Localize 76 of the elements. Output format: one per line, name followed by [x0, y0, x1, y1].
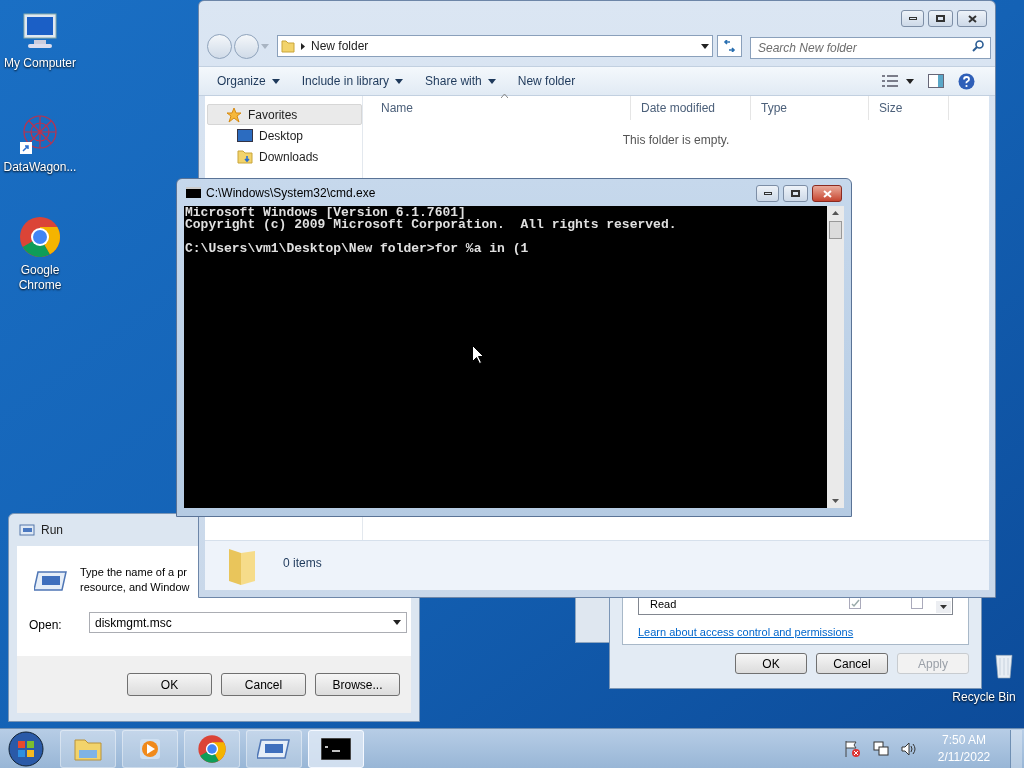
desktop-icon-label[interactable]: Recycle Bin [952, 690, 1016, 705]
mouse-cursor-icon [472, 345, 484, 364]
close-icon [822, 189, 832, 198]
run-description-line: Type the name of a pr [80, 565, 188, 580]
cmd-icon [186, 187, 201, 198]
nav-item[interactable]: Desktop [207, 125, 362, 146]
toolbar-button[interactable]: Include in library [293, 69, 412, 93]
scrollbar[interactable] [827, 206, 844, 508]
refresh-icon [723, 40, 736, 52]
start-button[interactable] [6, 729, 46, 768]
console-line: Copyright (c) 2009 Microsoft Corporation. All rights reserved. [185, 219, 678, 231]
toolbar-button[interactable]: Share with [417, 69, 504, 93]
close-button[interactable] [957, 10, 987, 27]
view-options-icon[interactable] [882, 75, 898, 87]
dropdown-arrow-icon[interactable] [906, 78, 914, 84]
breadcrumb-arrow-icon [301, 42, 305, 50]
action-center-flag-icon[interactable] [844, 739, 862, 758]
scroll-up-icon[interactable] [832, 211, 839, 215]
desktop-icon-label[interactable]: My Computer [4, 56, 76, 71]
desktop-icon-label[interactable]: DataWagon... [3, 160, 77, 175]
desktop-icon [237, 129, 253, 142]
scrollbar-thumb[interactable] [829, 221, 842, 239]
dialog-button[interactable]: Cancel [816, 653, 888, 674]
close-icon [967, 14, 977, 23]
refresh-button[interactable] [717, 35, 742, 57]
folder-icon [281, 39, 295, 53]
nav-item[interactable]: Favorites [207, 104, 362, 125]
dropdown-arrow-icon [395, 78, 404, 84]
run-icon [19, 524, 35, 536]
taskbar-cmd-icon[interactable] [308, 729, 364, 768]
run-icon [34, 570, 68, 592]
desktop-icon-label[interactable]: Google Chrome [0, 263, 80, 293]
column-header[interactable]: Size [869, 96, 949, 120]
dialog-button[interactable]: Cancel [221, 673, 306, 696]
chrome-icon[interactable] [18, 215, 62, 259]
open-combobox[interactable]: diskmgmt.msc [89, 612, 407, 633]
minimize-button[interactable] [756, 185, 779, 202]
scroll-down-icon[interactable] [832, 499, 839, 503]
maximize-button[interactable] [783, 185, 808, 202]
help-link[interactable]: Learn about access control and permissions [638, 624, 953, 641]
dropdown-arrow-icon[interactable] [701, 43, 709, 49]
dialog-button[interactable]: Browse... [315, 673, 400, 696]
window-title: Run [41, 522, 63, 539]
nav-item[interactable]: Downloads [207, 146, 362, 167]
console-prompt-line: C:\Users\vm1\Desktop\New folder>for %a in (1 [185, 243, 530, 255]
status-bar: 0 items [205, 540, 989, 590]
search-icon[interactable] [972, 40, 984, 52]
star-icon [226, 106, 242, 123]
console-line: Microsoft Windows [Version 6.1.7601] [185, 207, 466, 219]
scroll-down-icon[interactable] [936, 601, 951, 613]
column-header[interactable]: Name [371, 96, 631, 120]
search-field[interactable]: Search New folder [750, 37, 991, 59]
downloads-folder-icon [237, 149, 253, 164]
dialog-button[interactable]: OK [735, 653, 807, 674]
taskbar-chrome-icon[interactable] [184, 729, 240, 768]
toolbar-button[interactable]: New folder [509, 69, 584, 93]
empty-folder-message: This folder is empty. [621, 132, 731, 149]
dialog-button[interactable]: OK [127, 673, 212, 696]
window-title: C:\Windows\System32\cmd.exe [206, 184, 376, 202]
permission-name: Read [650, 597, 677, 612]
dropdown-arrow-icon[interactable] [393, 620, 401, 625]
open-label: Open: [29, 617, 62, 634]
address-bar[interactable]: New folder [277, 35, 713, 57]
close-button[interactable] [812, 185, 842, 202]
dropdown-arrow-icon [271, 78, 280, 84]
taskbar-run-icon[interactable] [246, 729, 302, 768]
toolbar-button[interactable]: Organize [209, 69, 288, 93]
column-header[interactable]: Date modified [631, 96, 751, 120]
help-icon[interactable] [958, 72, 975, 90]
dropdown-arrow-icon [487, 78, 496, 84]
network-icon[interactable] [872, 739, 890, 758]
minimize-button[interactable] [901, 10, 924, 27]
run-description-line: resource, and Window [80, 580, 190, 595]
column-header[interactable]: Type [751, 96, 869, 120]
maximize-button[interactable] [928, 10, 953, 27]
preview-pane-icon[interactable] [928, 74, 944, 88]
